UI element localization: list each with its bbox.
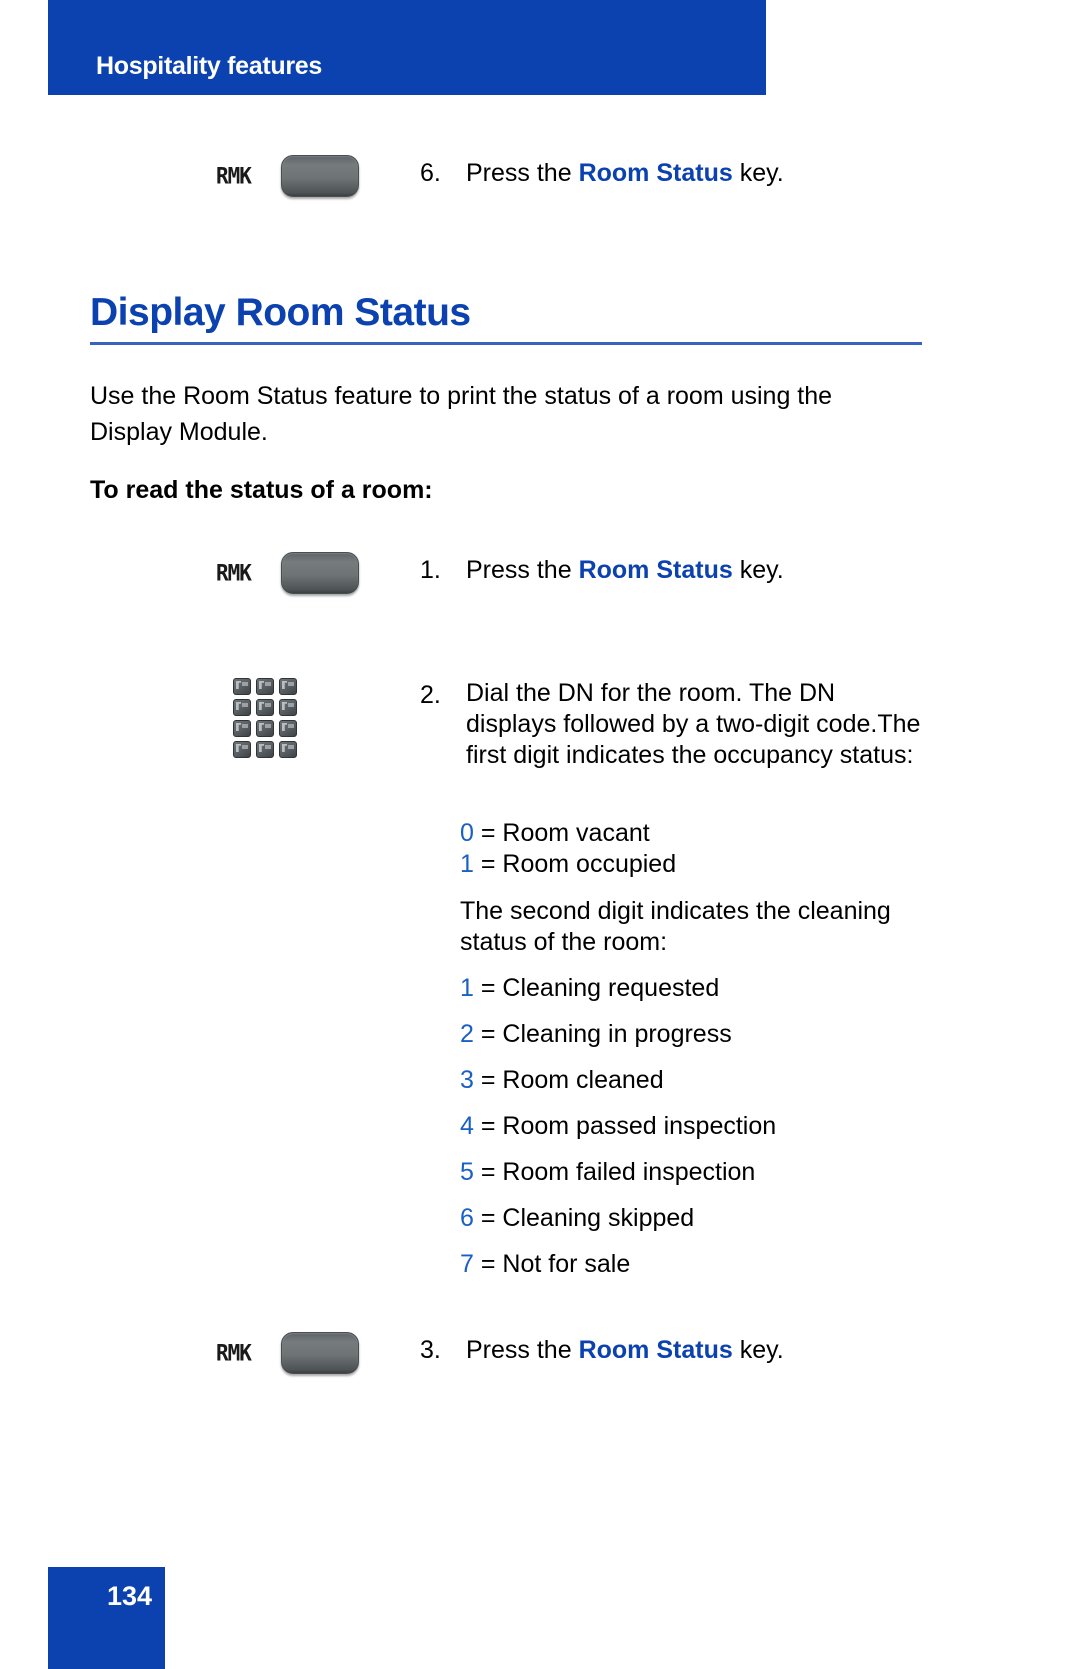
soft-key-icon [280, 1332, 359, 1374]
code-digit: 6 [460, 1204, 474, 1232]
step-row-2: 2. Dial the DN for the room. The DN disp… [0, 678, 1080, 771]
soft-key-icon [280, 552, 359, 594]
step-row-1: RMK 1. Press the Room Status key. [0, 552, 1080, 594]
page-header-title: Hospitality features [96, 52, 323, 80]
code-separator: = [473, 1250, 503, 1278]
step-2-text: Dial the DN for the room. The DN display… [466, 679, 921, 769]
rmk-label: RMK [216, 163, 252, 189]
dialpad-key [233, 720, 251, 737]
code-separator: = [473, 1020, 503, 1048]
code-digit: 5 [460, 1158, 474, 1186]
code-line: 4 = Room passed inspection [460, 1111, 960, 1142]
step-row-6: RMK 6. Press the Room Status key. [0, 155, 1080, 197]
step-2-icon-column [0, 678, 420, 758]
dialpad-key [233, 699, 251, 716]
code-digit: 7 [460, 1250, 474, 1278]
step-1-number: 1. [420, 556, 441, 584]
step-6-icon-column: RMK [0, 155, 420, 197]
code-digit: 0 [460, 819, 474, 847]
code-digit: 1 [460, 974, 474, 1002]
code-digit: 2 [460, 1020, 474, 1048]
code-separator: = [473, 850, 503, 878]
step-6-text-after: key. [732, 159, 784, 187]
step-3-text: Press the Room Status key. [466, 1332, 936, 1368]
code-digit: 3 [460, 1066, 474, 1094]
code-line: 0 = Room vacant [460, 818, 960, 849]
code-label: Room occupied [502, 850, 677, 878]
step-1-text-after: key. [732, 556, 784, 584]
dialpad-key [233, 741, 251, 758]
code-line: 1 = Room occupied [460, 849, 960, 880]
step-3-keyword: Room Status [578, 1336, 733, 1364]
section-heading: Display Room Status [90, 290, 922, 345]
step-6-text-before: Press the [466, 159, 579, 187]
room-status-key-icon: RMK [216, 1332, 359, 1374]
room-status-key-icon: RMK [216, 552, 359, 594]
code-label: Cleaning requested [502, 974, 720, 1002]
step-1-keyword: Room Status [578, 556, 733, 584]
step-1-text-before: Press the [466, 556, 579, 584]
step-row-3: RMK 3. Press the Room Status key. [0, 1332, 1080, 1374]
dialpad-key [279, 720, 297, 737]
subheading-read-status: To read the status of a room: [90, 476, 433, 504]
code-separator: = [473, 1158, 503, 1186]
page-title: Display Room Status [90, 291, 471, 334]
step-3-number: 3. [420, 1336, 441, 1364]
cleaning-code-list: 1 = Cleaning requested 2 = Cleaning in p… [460, 973, 960, 1295]
page-number: 134 [106, 1581, 152, 1611]
code-separator: = [473, 1112, 503, 1140]
dialpad-key [233, 678, 251, 695]
step-3-text-after: key. [732, 1336, 784, 1364]
code-separator: = [473, 1066, 503, 1094]
code-digit: 4 [460, 1112, 474, 1140]
code-label: Room cleaned [502, 1066, 664, 1094]
step-1-text: Press the Room Status key. [466, 552, 936, 588]
code-label: Cleaning in progress [502, 1020, 732, 1048]
code-label: Room failed inspection [502, 1158, 756, 1186]
soft-key-icon [280, 155, 359, 197]
dialpad-key [256, 678, 274, 695]
intro-paragraph: Use the Room Status feature to print the… [90, 382, 833, 446]
room-status-key-icon: RMK [216, 155, 359, 197]
step-6-text: Press the Room Status key. [466, 155, 936, 191]
code-label: Room vacant [502, 819, 650, 847]
code-separator: = [473, 819, 503, 847]
dialpad-key [256, 741, 274, 758]
dialpad-key [279, 699, 297, 716]
rmk-label: RMK [216, 560, 252, 586]
code-separator: = [473, 974, 503, 1002]
heading-rule [90, 342, 922, 345]
code-line: 3 = Room cleaned [460, 1065, 960, 1096]
occupancy-code-list: 0 = Room vacant 1 = Room occupied [460, 818, 960, 880]
page-header-band: Hospitality features [48, 0, 766, 95]
step-6-number: 6. [420, 159, 441, 187]
code-line: 2 = Cleaning in progress [460, 1019, 960, 1050]
rmk-label: RMK [216, 1340, 252, 1366]
code-line: 5 = Room failed inspection [460, 1157, 960, 1188]
dialpad-key [256, 720, 274, 737]
step-2-number: 2. [420, 681, 441, 709]
step-1-icon-column: RMK [0, 552, 420, 594]
code-line: 7 = Not for sale [460, 1249, 960, 1280]
code-label: Room passed inspection [502, 1112, 777, 1140]
cleaning-status-note: The second digit indicates the cleaning … [460, 897, 891, 956]
code-label: Cleaning skipped [502, 1204, 695, 1232]
code-line: 6 = Cleaning skipped [460, 1203, 960, 1234]
dialpad-key [279, 741, 297, 758]
step-3-text-before: Press the [466, 1336, 579, 1364]
code-separator: = [473, 1204, 503, 1232]
code-line: 1 = Cleaning requested [460, 973, 960, 1004]
step-6-keyword: Room Status [578, 159, 733, 187]
dialpad-icon [233, 678, 297, 758]
dialpad-key [256, 699, 274, 716]
footer-page-box: 134 [48, 1567, 165, 1669]
code-digit: 1 [460, 850, 474, 878]
code-label: Not for sale [502, 1250, 631, 1278]
dialpad-key [279, 678, 297, 695]
step-3-icon-column: RMK [0, 1332, 420, 1374]
